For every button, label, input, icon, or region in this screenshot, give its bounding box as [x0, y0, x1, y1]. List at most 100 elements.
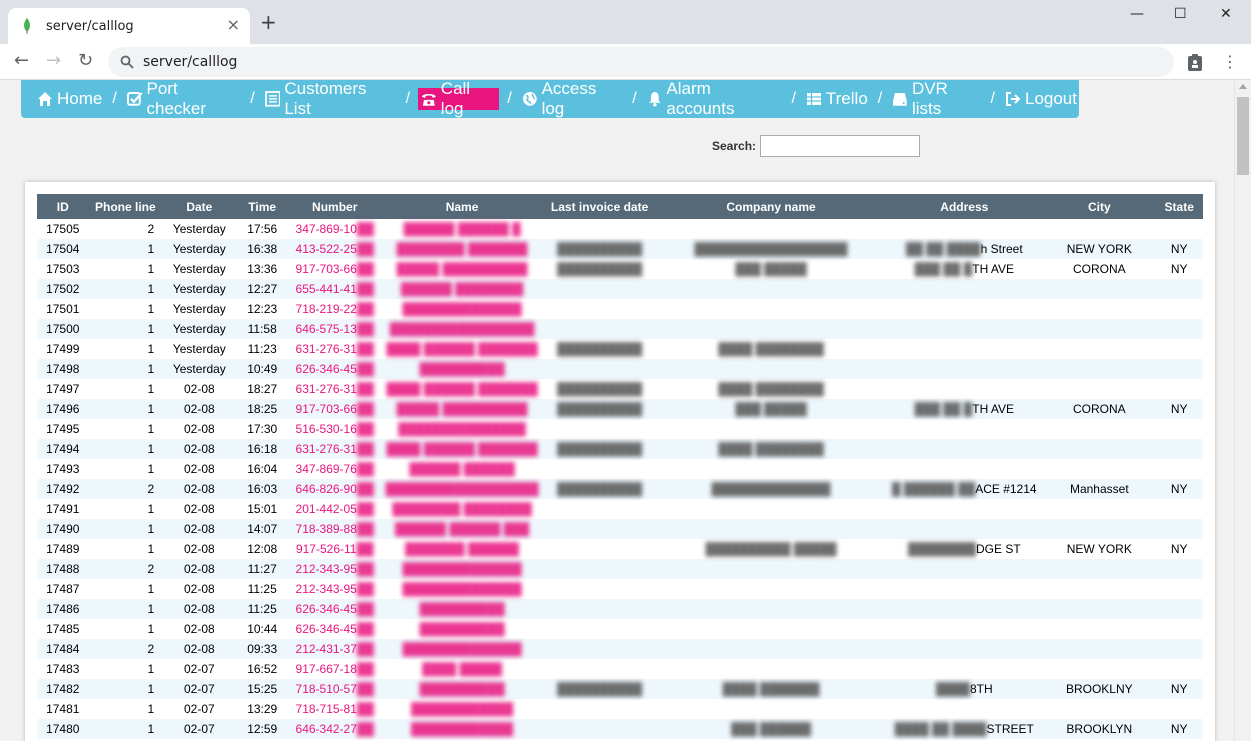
- table-row[interactable]: 17492 2 02-08 16:03 646-826-90██ ████████████…: [37, 479, 1203, 499]
- column-header-address[interactable]: Address: [885, 194, 1044, 219]
- table-row[interactable]: 17487 1 02-08 11:25 212-343-95██ ████████████…: [37, 579, 1203, 599]
- cell-name[interactable]: █████████████████: [381, 319, 543, 339]
- cell-name[interactable]: ████ ██████ ███████: [382, 339, 543, 359]
- cell-number[interactable]: 718-715-81██: [288, 699, 382, 719]
- nav-item-dvr-lists[interactable]: DVR lists: [890, 80, 982, 118]
- cell-name[interactable]: ██████ ██████: [382, 459, 543, 479]
- nav-item-access-log[interactable]: Access log: [520, 80, 624, 118]
- table-row[interactable]: 17498 1 Yesterday 10:49 626-346-45██ ████████…: [37, 359, 1203, 379]
- cell-name[interactable]: ████ █████: [382, 659, 543, 679]
- table-row[interactable]: 17495 1 02-08 17:30 516-530-16██ ████████████…: [37, 419, 1203, 439]
- column-header-city[interactable]: City: [1043, 194, 1156, 219]
- reload-icon[interactable]: ↻: [78, 51, 93, 71]
- cell-name[interactable]: ██████ ██████ ███: [381, 519, 543, 539]
- forward-arrow-icon[interactable]: →: [46, 51, 61, 71]
- page-scrollbar[interactable]: [1234, 80, 1251, 741]
- back-arrow-icon[interactable]: ←: [14, 51, 29, 71]
- cell-number[interactable]: 718-510-57██: [287, 679, 382, 699]
- maximize-icon[interactable]: ☐: [1174, 6, 1187, 22]
- cell-name[interactable]: ██████████████████: [381, 479, 543, 499]
- cell-name[interactable]: ████████████: [382, 699, 543, 719]
- table-row[interactable]: 17496 1 02-08 18:25 917-703-66██ █████ ██████…: [37, 399, 1203, 419]
- cell-number[interactable]: 646-826-90██: [287, 479, 382, 499]
- cell-name[interactable]: ████ ██████ ███████: [382, 379, 543, 399]
- table-row[interactable]: 17504 1 Yesterday 16:38 413-522-25██ ████████…: [37, 239, 1203, 259]
- cell-number[interactable]: 917-526-11██: [288, 539, 382, 559]
- cell-number[interactable]: 212-431-37██: [287, 639, 382, 659]
- table-row[interactable]: 17481 1 02-07 13:29 718-715-81██ ████████████: [37, 699, 1203, 719]
- cell-number[interactable]: 212-343-95██: [287, 559, 382, 579]
- table-row[interactable]: 17490 1 02-08 14:07 718-389-88██ ██████ █████…: [37, 519, 1203, 539]
- clipboard-extension-icon[interactable]: [1186, 53, 1204, 71]
- table-row[interactable]: 17491 1 02-08 15:01 201-442-05██ ████████ ███…: [37, 499, 1203, 519]
- nav-item-alarm-accounts[interactable]: Alarm accounts: [645, 80, 784, 118]
- column-header-state[interactable]: State: [1155, 194, 1203, 219]
- cell-name[interactable]: ██████████████: [382, 579, 543, 599]
- table-row[interactable]: 17502 1 Yesterday 12:27 655-441-41██ ██████ █…: [37, 279, 1203, 299]
- nav-item-port-checker[interactable]: Port checker: [125, 80, 242, 118]
- column-header-time[interactable]: Time: [236, 194, 288, 219]
- cell-name[interactable]: ████ ██████ ███████: [381, 439, 543, 459]
- cell-number[interactable]: 212-343-95██: [288, 579, 382, 599]
- cell-number[interactable]: 201-442-05██: [288, 499, 382, 519]
- cell-number[interactable]: 917-667-18██: [288, 659, 382, 679]
- table-row[interactable]: 17489 1 02-08 12:08 917-526-11██ ███████ ████…: [37, 539, 1203, 559]
- table-row[interactable]: 17482 1 02-07 15:25 718-510-57██ ██████████ ██…: [37, 679, 1203, 699]
- cell-name[interactable]: ███████████████: [382, 419, 543, 439]
- table-row[interactable]: 17500 1 Yesterday 11:58 646-575-13██ ████████…: [37, 319, 1203, 339]
- window-close-icon[interactable]: ✕: [1220, 6, 1232, 22]
- cell-name[interactable]: ████████████: [381, 719, 543, 739]
- nav-item-trello[interactable]: Trello: [804, 88, 870, 110]
- cell-number[interactable]: 626-346-45██: [287, 599, 382, 619]
- browser-tab[interactable]: server/calllog ×: [8, 8, 250, 44]
- table-row[interactable]: 17501 1 Yesterday 12:23 718-219-22██ ████████…: [37, 299, 1203, 319]
- table-row[interactable]: 17486 1 02-08 11:25 626-346-45██ ██████████: [37, 599, 1203, 619]
- cell-number[interactable]: 718-219-22██: [288, 299, 382, 319]
- cell-number[interactable]: 917-703-66██: [288, 259, 382, 279]
- cell-name[interactable]: ██████████████: [381, 639, 543, 659]
- cell-number[interactable]: 646-575-13██: [287, 319, 382, 339]
- cell-number[interactable]: 626-346-45██: [288, 619, 382, 639]
- cell-name[interactable]: ███████ ██████: [382, 539, 543, 559]
- cell-name[interactable]: ██████ ██████ █: [382, 219, 543, 239]
- table-row[interactable]: 17493 1 02-08 16:04 347-869-76██ ██████ █████…: [37, 459, 1203, 479]
- cell-name[interactable]: ██████████: [381, 679, 543, 699]
- scroll-up-icon[interactable]: [1239, 84, 1247, 89]
- cell-name[interactable]: ██████████: [381, 359, 543, 379]
- search-input[interactable]: [760, 135, 921, 157]
- cell-number[interactable]: 646-342-27██: [287, 719, 382, 739]
- new-tab-button[interactable]: +: [260, 12, 277, 32]
- table-row[interactable]: 17505 2 Yesterday 17:56 347-869-10██ ██████ █…: [37, 219, 1203, 239]
- close-tab-icon[interactable]: ×: [227, 17, 240, 33]
- cell-number[interactable]: 631-276-31██: [288, 379, 382, 399]
- table-row[interactable]: 17480 1 02-07 12:59 646-342-27██ ████████████…: [37, 719, 1203, 739]
- table-row[interactable]: 17485 1 02-08 10:44 626-346-45██ ██████████: [37, 619, 1203, 639]
- cell-name[interactable]: ████████ ███████: [381, 239, 543, 259]
- cell-name[interactable]: ██████████: [382, 619, 543, 639]
- column-header-date[interactable]: Date: [162, 194, 237, 219]
- address-bar[interactable]: server/calllog: [108, 47, 1174, 77]
- menu-dots-icon[interactable]: ⋮: [1222, 52, 1238, 71]
- cell-number[interactable]: 631-276-31██: [288, 339, 382, 359]
- table-row[interactable]: 17497 1 02-08 18:27 631-276-31██ ████ ██████ …: [37, 379, 1203, 399]
- cell-name[interactable]: ██████████████: [381, 559, 543, 579]
- cell-number[interactable]: 413-522-25██: [287, 239, 382, 259]
- table-row[interactable]: 17483 1 02-07 16:52 917-667-18██ ████ █████: [37, 659, 1203, 679]
- table-row[interactable]: 17484 2 02-08 09:33 212-431-37██ ████████████…: [37, 639, 1203, 659]
- cell-number[interactable]: 347-869-10██: [288, 219, 382, 239]
- cell-number[interactable]: 347-869-76██: [288, 459, 382, 479]
- column-header-id[interactable]: ID: [37, 194, 89, 219]
- cell-number[interactable]: 718-389-88██: [287, 519, 382, 539]
- cell-name[interactable]: █████ ██████████: [382, 259, 543, 279]
- cell-name[interactable]: ██████████: [381, 599, 543, 619]
- cell-number[interactable]: 631-276-31██: [287, 439, 382, 459]
- nav-item-home[interactable]: Home: [35, 88, 104, 110]
- table-row[interactable]: 17494 1 02-08 16:18 631-276-31██ ████ ██████ …: [37, 439, 1203, 459]
- table-row[interactable]: 17488 2 02-08 11:27 212-343-95██ ████████████…: [37, 559, 1203, 579]
- cell-number[interactable]: 516-530-16██: [288, 419, 382, 439]
- table-row[interactable]: 17499 1 Yesterday 11:23 631-276-31██ ████ ███…: [37, 339, 1203, 359]
- nav-item-customers-list[interactable]: Customers List: [263, 80, 398, 118]
- table-row[interactable]: 17503 1 Yesterday 13:36 917-703-66██ █████ ██…: [37, 259, 1203, 279]
- nav-item-logout[interactable]: Logout: [1003, 88, 1079, 110]
- cell-number[interactable]: 655-441-41██: [287, 279, 382, 299]
